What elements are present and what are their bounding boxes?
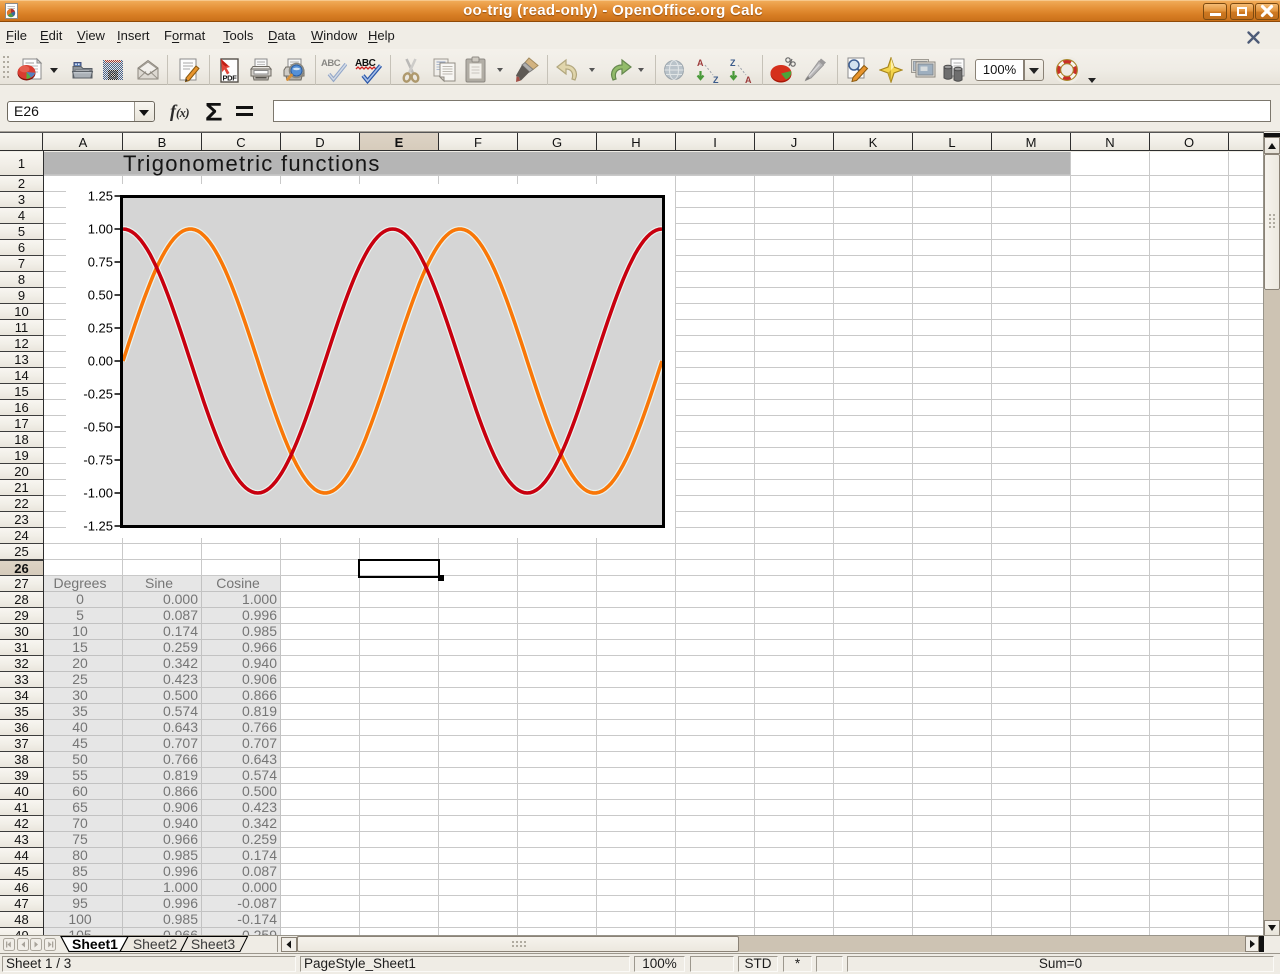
svg-text:PDF: PDF xyxy=(222,74,237,83)
svg-text:-0.75: -0.75 xyxy=(83,453,113,468)
svg-text:0.50: 0.50 xyxy=(88,288,113,303)
svg-text:-0.25: -0.25 xyxy=(83,387,113,402)
svg-text:Z: Z xyxy=(713,75,719,84)
svg-text:-1.25: -1.25 xyxy=(83,519,113,534)
svg-text:1.25: 1.25 xyxy=(88,189,113,204)
svg-text:Sheet3: Sheet3 xyxy=(191,936,236,952)
svg-text:Z: Z xyxy=(730,58,736,68)
svg-text:ABC: ABC xyxy=(321,58,341,69)
svg-text:-0.50: -0.50 xyxy=(83,420,113,435)
svg-text:1.00: 1.00 xyxy=(88,222,113,237)
svg-text:0.75: 0.75 xyxy=(88,255,113,270)
svg-text:0.25: 0.25 xyxy=(88,321,113,336)
svg-text:Sheet2: Sheet2 xyxy=(133,936,178,952)
svg-text:0.00: 0.00 xyxy=(88,354,113,369)
svg-text:A: A xyxy=(697,58,704,68)
svg-text:A: A xyxy=(745,75,752,84)
svg-text:Σ: Σ xyxy=(205,100,223,124)
svg-text:Sheet1: Sheet1 xyxy=(72,936,118,952)
svg-text:-1.00: -1.00 xyxy=(83,486,113,501)
